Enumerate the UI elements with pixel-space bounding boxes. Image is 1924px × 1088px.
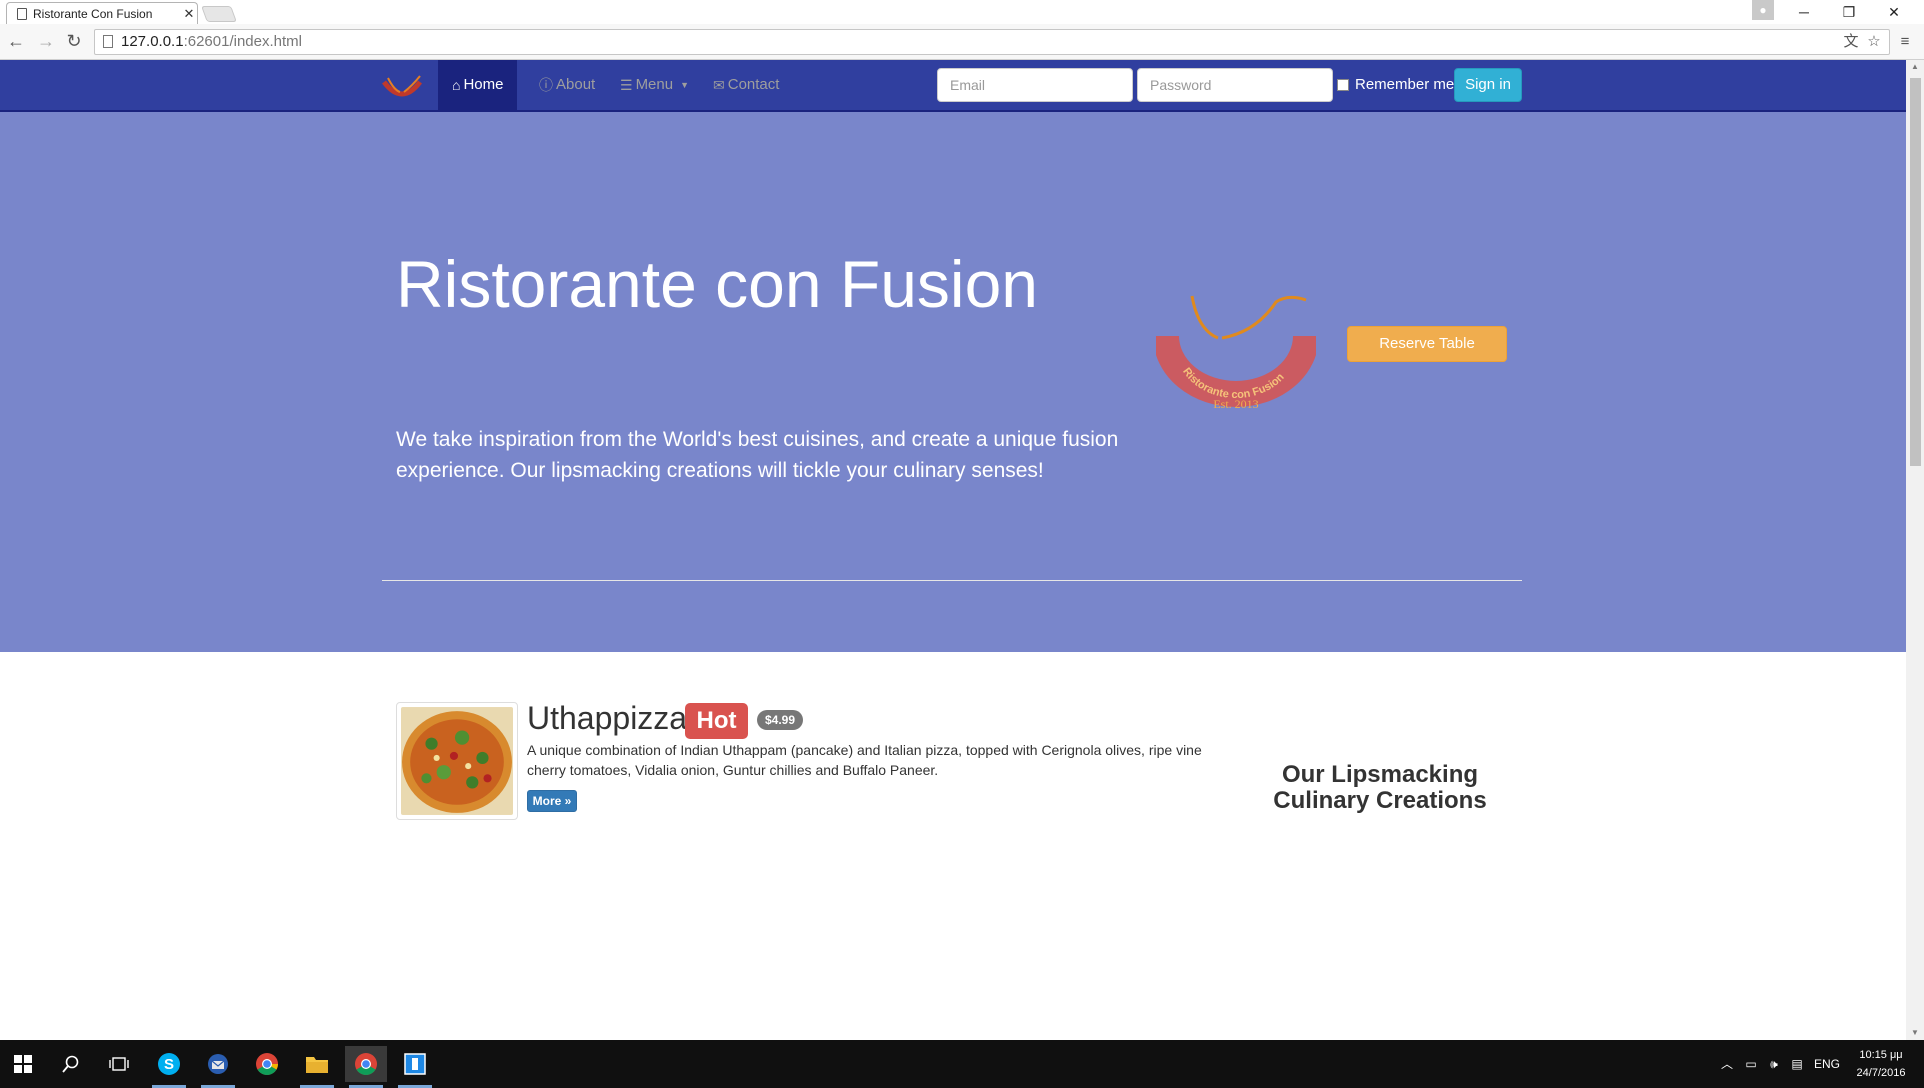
scroll-down-icon[interactable]: ▼ [1906,1026,1924,1040]
logo-est-text: Est. 2013 [1213,397,1258,411]
file-explorer-icon[interactable] [296,1046,338,1088]
url-path: :62601/index.html [183,33,302,50]
remember-label: Remember me [1355,76,1455,93]
action-center-icon[interactable]: ▤ [1786,1040,1808,1088]
page-scrollbar[interactable]: ▲ ▼ [1906,60,1924,1040]
site-navbar: ⌂ Home ⓘ About ☰ Menu ▼ ✉ Contact Email … [0,60,1906,112]
skype-icon[interactable]: S [148,1046,190,1088]
list-icon: ☰ [620,77,633,93]
thunderbird-icon[interactable] [197,1046,239,1088]
browser-tab-bar: Ristorante Con Fusion ✕ ● ─ ❐ ✕ [0,0,1924,24]
nav-about[interactable]: ⓘ About [525,60,609,110]
hot-badge: Hot [685,703,748,739]
chrome-menu-icon[interactable]: ≡ [1896,33,1914,51]
tray-chevron-icon[interactable]: ︿ [1716,1040,1738,1088]
clock-date: 24/7/2016 [1856,1067,1906,1079]
envelope-icon: ✉ [713,77,725,93]
jumbotron-text: We take inspiration from the World's bes… [396,428,1119,482]
nav-contact-label: Contact [727,76,780,93]
price-badge: $4.99 [757,710,803,730]
brand-logo[interactable] [380,72,424,102]
nav-home[interactable]: ⌂ Home [438,60,518,110]
caret-down-icon: ▼ [680,80,690,90]
scroll-up-icon[interactable]: ▲ [1906,60,1924,74]
address-bar-row: ← → ↻ 127.0.0.1:62601/index.html 文 ☆ ≡ [0,24,1924,60]
nav-menu-label: Menu [635,76,674,93]
password-input[interactable]: Password [1137,68,1333,102]
page-icon [17,7,27,20]
restaurant-logo: Ristorante con Fusion Est. 2013 [1156,295,1316,411]
remember-me[interactable]: Remember me [1337,76,1454,93]
nav-contact[interactable]: ✉ Contact [699,60,793,110]
language-indicator[interactable]: ENG [1810,1040,1844,1088]
system-clock[interactable]: 10:15 μμ 24/7/2016 [1846,1046,1916,1082]
new-tab-button[interactable] [201,6,237,22]
reserve-table-button[interactable]: Reserve Table [1347,326,1507,362]
tab-close-icon[interactable]: ✕ [181,6,197,22]
nav-menu-dropdown[interactable]: ☰ Menu ▼ [606,60,703,110]
network-icon[interactable]: ▭ [1740,1040,1762,1088]
bookmark-star-icon[interactable]: ☆ [1865,33,1883,51]
windows-start-icon[interactable] [2,1046,44,1082]
dish-description: A unique combination of Indian Uthappam … [527,742,1202,778]
scroll-thumb[interactable] [1910,78,1921,466]
sign-in-button[interactable]: Sign in [1454,68,1522,102]
dish-thumbnail[interactable] [396,702,518,820]
pizza-image [401,707,513,815]
clock-time: 10:15 μμ [1859,1049,1903,1061]
remember-checkbox[interactable] [1337,78,1349,91]
email-input[interactable]: Email [937,68,1133,102]
windows-taskbar: S ︿ ▭ 🕪 ▤ ENG 10:15 μμ 24/7/2016 [0,1040,1924,1088]
task-view-icon[interactable] [98,1046,140,1082]
editor-app-icon[interactable] [394,1046,436,1088]
divider [382,580,1522,581]
reload-icon[interactable]: ↻ [64,31,84,51]
url-host: 127.0.0.1 [121,33,184,50]
translate-icon[interactable]: 文 [1842,33,1860,51]
user-profile-icon[interactable]: ● [1752,0,1774,20]
nav-about-label: About [556,76,596,93]
jumbotron: Ristorante con Fusion We take inspiratio… [0,112,1906,652]
dish-name: Uthappizza [527,700,688,736]
page-info-icon[interactable] [103,35,113,48]
nav-home-label: Home [463,76,504,93]
search-icon[interactable] [50,1046,92,1082]
more-button[interactable]: More » [527,790,577,812]
creations-heading: Our Lipsmacking Culinary Creations [1273,761,1487,814]
chrome-active-icon[interactable] [345,1046,387,1088]
svg-text:S: S [164,1056,174,1073]
close-window-button[interactable]: ✕ [1874,2,1914,22]
chrome-icon[interactable] [246,1046,288,1082]
home-icon: ⌂ [452,77,461,93]
restore-button[interactable]: ❐ [1829,2,1869,22]
url-field[interactable]: 127.0.0.1:62601/index.html [94,29,1890,55]
minimize-button[interactable]: ─ [1784,2,1824,22]
info-icon: ⓘ [539,77,553,93]
forward-icon[interactable]: → [36,31,56,51]
tab-title: Ristorante Con Fusion [33,6,153,21]
volume-icon[interactable]: 🕪 [1763,1040,1785,1088]
back-icon[interactable]: ← [6,31,26,51]
browser-tab[interactable]: Ristorante Con Fusion ✕ [6,2,198,24]
jumbotron-title: Ristorante con Fusion [396,247,1038,321]
